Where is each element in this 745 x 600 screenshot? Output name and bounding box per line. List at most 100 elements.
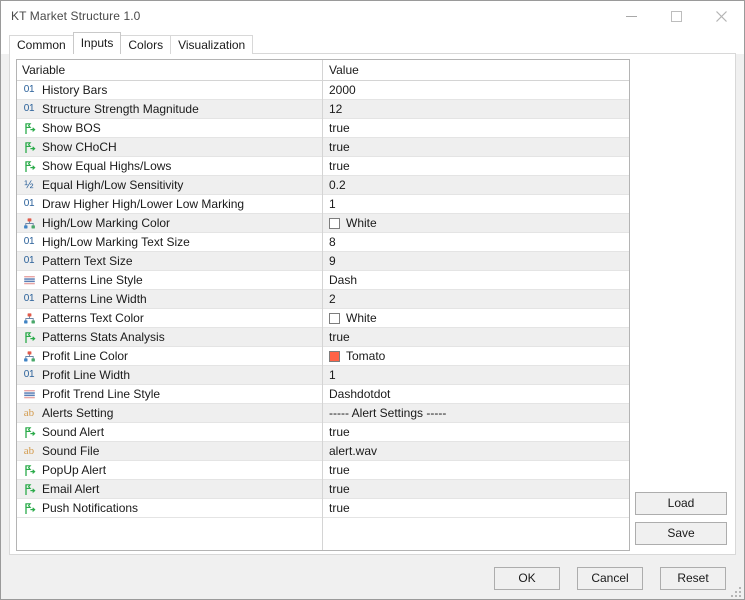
variable-cell[interactable]: Patterns Text Color <box>17 311 322 325</box>
variable-label: Patterns Text Color <box>42 311 144 325</box>
variable-label: Equal High/Low Sensitivity <box>42 178 184 192</box>
variable-cell[interactable]: ab Alerts Setting <box>17 406 322 420</box>
variable-cell[interactable]: Push Notifications <box>17 501 322 515</box>
variable-cell[interactable]: Patterns Line Style <box>17 273 322 287</box>
value-cell[interactable]: 1 <box>322 197 629 211</box>
variable-cell[interactable]: 01 Draw Higher High/Lower Low Marking <box>17 197 322 211</box>
variable-cell[interactable]: Profit Line Color <box>17 349 322 363</box>
table-row[interactable]: Profit Trend Line Style Dashdotdot <box>17 385 629 404</box>
variable-cell[interactable]: Show CHoCH <box>17 140 322 154</box>
column-separator[interactable] <box>322 60 323 550</box>
table-row[interactable]: 01 History Bars 2000 <box>17 81 629 100</box>
table-row[interactable]: Sound Alert true <box>17 423 629 442</box>
value-cell[interactable]: true <box>322 482 629 496</box>
value-cell[interactable]: alert.wav <box>322 444 629 458</box>
table-row[interactable]: Patterns Stats Analysis true <box>17 328 629 347</box>
variable-cell[interactable]: Patterns Stats Analysis <box>17 330 322 344</box>
maximize-icon <box>671 10 682 22</box>
table-row[interactable]: 01 Pattern Text Size 9 <box>17 252 629 271</box>
tab-inputs[interactable]: Inputs <box>72 32 122 54</box>
grid-empty-area[interactable] <box>17 518 629 550</box>
table-row[interactable]: ½ Equal High/Low Sensitivity 0.2 <box>17 176 629 195</box>
table-row[interactable]: PopUp Alert true <box>17 461 629 480</box>
table-row[interactable]: Show CHoCH true <box>17 138 629 157</box>
variable-cell[interactable]: Sound Alert <box>17 425 322 439</box>
table-row[interactable]: 01 Patterns Line Width 2 <box>17 290 629 309</box>
variable-label: Profit Line Width <box>42 368 131 382</box>
table-row[interactable]: Show Equal Highs/Lows true <box>17 157 629 176</box>
tab-visualization[interactable]: Visualization <box>170 35 254 54</box>
value-cell[interactable]: true <box>322 463 629 477</box>
variable-cell[interactable]: Email Alert <box>17 482 322 496</box>
close-button[interactable] <box>699 1 744 31</box>
parameters-grid[interactable]: Variable Value 01 History Bars 2000 01 Struc… <box>16 59 630 551</box>
cancel-button[interactable]: Cancel <box>577 567 643 590</box>
variable-cell[interactable]: 01 Profit Line Width <box>17 368 322 382</box>
value-cell[interactable]: 8 <box>322 235 629 249</box>
table-row[interactable]: 01 Profit Line Width 1 <box>17 366 629 385</box>
value-cell[interactable]: ----- Alert Settings ----- <box>322 406 629 420</box>
variable-cell[interactable]: 01 History Bars <box>17 83 322 97</box>
value-label: true <box>329 425 350 439</box>
value-cell[interactable]: White <box>322 311 629 325</box>
table-row[interactable]: Email Alert true <box>17 480 629 499</box>
linestyle-type-icon <box>22 387 36 401</box>
table-row[interactable]: 01 High/Low Marking Text Size 8 <box>17 233 629 252</box>
tab-colors[interactable]: Colors <box>120 35 172 54</box>
tab-common[interactable]: Common <box>9 35 74 54</box>
color-swatch[interactable] <box>329 350 340 362</box>
value-label: 1 <box>329 197 336 211</box>
variable-cell[interactable]: 01 Pattern Text Size <box>17 254 322 268</box>
value-label: 9 <box>329 254 336 268</box>
table-row[interactable]: ab Sound File alert.wav <box>17 442 629 461</box>
variable-cell[interactable]: ½ Equal High/Low Sensitivity <box>17 178 322 192</box>
variable-cell[interactable]: PopUp Alert <box>17 463 322 477</box>
load-button[interactable]: Load <box>635 492 727 515</box>
value-cell[interactable]: 9 <box>322 254 629 268</box>
ok-button[interactable]: OK <box>494 567 560 590</box>
table-row[interactable]: Patterns Line Style Dash <box>17 271 629 290</box>
variable-cell[interactable]: Show Equal Highs/Lows <box>17 159 322 173</box>
value-cell[interactable]: White <box>322 216 629 230</box>
table-row[interactable]: 01 Structure Strength Magnitude 12 <box>17 100 629 119</box>
variable-cell[interactable]: ab Sound File <box>17 444 322 458</box>
value-cell[interactable]: Dashdotdot <box>322 387 629 401</box>
value-cell[interactable]: true <box>322 330 629 344</box>
table-row[interactable]: Profit Line Color Tomato <box>17 347 629 366</box>
resize-grip[interactable] <box>729 585 741 597</box>
value-cell[interactable]: 2000 <box>322 83 629 97</box>
value-cell[interactable]: true <box>322 121 629 135</box>
minimize-button[interactable] <box>609 1 654 31</box>
value-cell[interactable]: 0.2 <box>322 178 629 192</box>
table-row[interactable]: Patterns Text Color White <box>17 309 629 328</box>
variable-cell[interactable]: High/Low Marking Color <box>17 216 322 230</box>
variable-cell[interactable]: Show BOS <box>17 121 322 135</box>
color-swatch[interactable] <box>329 312 340 324</box>
variable-cell[interactable]: 01 Structure Strength Magnitude <box>17 102 322 116</box>
value-label: Dash <box>329 273 358 287</box>
table-row[interactable]: ab Alerts Setting ----- Alert Settings ---… <box>17 404 629 423</box>
value-cell[interactable]: Dash <box>322 273 629 287</box>
value-cell[interactable]: 12 <box>322 102 629 116</box>
table-row[interactable]: Push Notifications true <box>17 499 629 518</box>
variable-cell[interactable]: Profit Trend Line Style <box>17 387 322 401</box>
value-cell[interactable]: true <box>322 140 629 154</box>
value-cell[interactable]: true <box>322 501 629 515</box>
grid-header-variable-cell[interactable]: Variable <box>17 63 322 77</box>
value-cell[interactable]: true <box>322 425 629 439</box>
table-row[interactable]: High/Low Marking Color White <box>17 214 629 233</box>
value-cell[interactable]: true <box>322 159 629 173</box>
variable-cell[interactable]: 01 High/Low Marking Text Size <box>17 235 322 249</box>
value-cell[interactable]: Tomato <box>322 349 629 363</box>
color-swatch[interactable] <box>329 217 340 229</box>
value-cell[interactable]: 2 <box>322 292 629 306</box>
maximize-button[interactable] <box>654 1 699 31</box>
value-label: 12 <box>329 102 343 116</box>
grid-header-value-cell[interactable]: Value <box>322 63 629 77</box>
variable-cell[interactable]: 01 Patterns Line Width <box>17 292 322 306</box>
save-button[interactable]: Save <box>635 522 727 545</box>
table-row[interactable]: 01 Draw Higher High/Lower Low Marking 1 <box>17 195 629 214</box>
table-row[interactable]: Show BOS true <box>17 119 629 138</box>
reset-button[interactable]: Reset <box>660 567 726 590</box>
value-cell[interactable]: 1 <box>322 368 629 382</box>
